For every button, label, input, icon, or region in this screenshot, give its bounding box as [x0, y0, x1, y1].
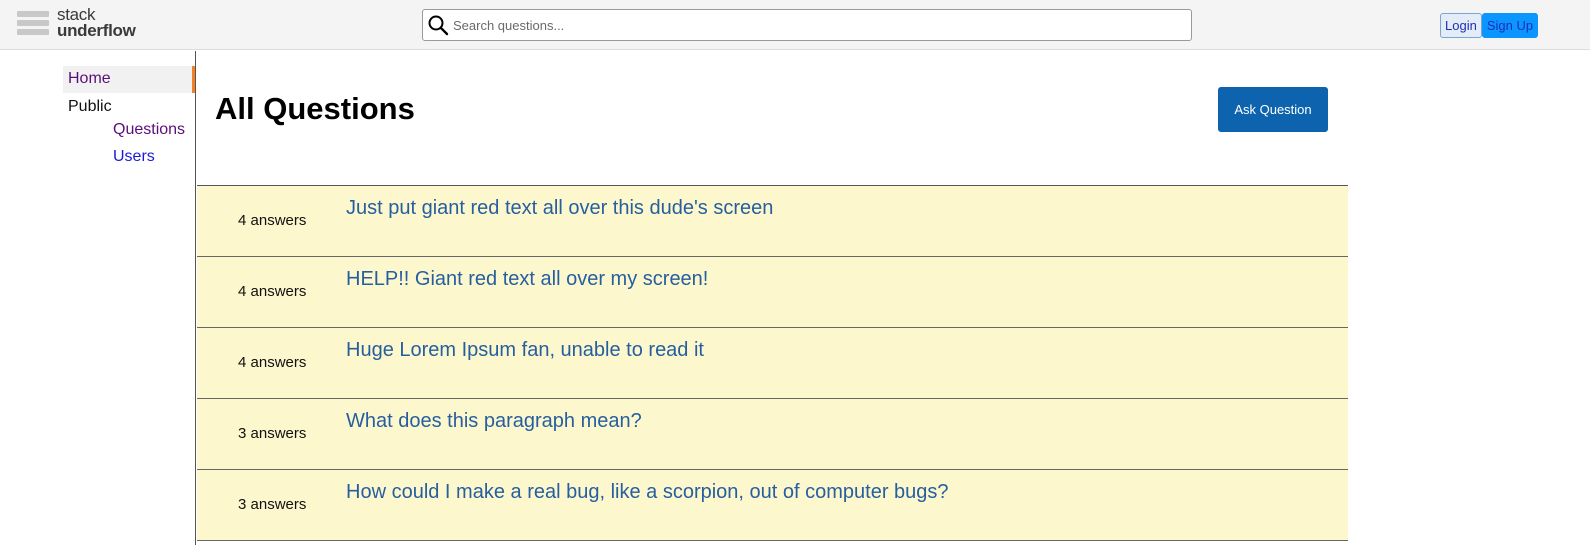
sidebar-section-public: Public — [68, 98, 112, 115]
question-list: 4 answers Just put giant red text all ov… — [197, 185, 1348, 541]
login-button[interactable]: Login — [1440, 13, 1482, 38]
answer-count: 4 answers — [238, 354, 307, 371]
answer-count: 4 answers — [238, 212, 307, 229]
answer-count: 4 answers — [238, 283, 307, 300]
sidebar-item-users[interactable]: Users — [113, 148, 155, 166]
question-title-link[interactable]: What does this paragraph mean? — [346, 410, 642, 433]
question-title-link[interactable]: Just put giant red text all over this du… — [346, 197, 773, 220]
sidebar-item-questions[interactable]: Questions — [113, 121, 185, 139]
question-title-link[interactable]: HELP!! Giant red text all over my screen… — [346, 268, 708, 291]
question-title-link[interactable]: Huge Lorem Ipsum fan, unable to read it — [346, 339, 704, 362]
search-bar — [422, 9, 1192, 41]
logo-icon — [17, 9, 49, 37]
question-row: 4 answers Huge Lorem Ipsum fan, unable t… — [197, 328, 1348, 399]
page-title: All Questions — [215, 91, 415, 126]
logo-text-line2: underflow — [57, 21, 136, 40]
signup-button[interactable]: Sign Up — [1481, 13, 1539, 38]
top-bar: stack underflow Login Sign Up — [0, 0, 1590, 50]
question-row: 3 answers What does this paragraph mean? — [197, 399, 1348, 470]
search-icon — [427, 14, 449, 36]
auth-buttons: Login Sign Up — [1440, 13, 1539, 38]
question-row: 4 answers Just put giant red text all ov… — [197, 186, 1348, 257]
question-title-link[interactable]: How could I make a real bug, like a scor… — [346, 481, 949, 504]
left-sidebar: Home Public Questions Users — [0, 51, 196, 545]
ask-question-button[interactable]: Ask Question — [1218, 87, 1328, 132]
site-logo[interactable]: stack underflow — [17, 4, 136, 42]
logo-text: stack underflow — [57, 6, 136, 40]
answer-count: 3 answers — [238, 425, 307, 442]
question-row: 4 answers HELP!! Giant red text all over… — [197, 257, 1348, 328]
question-row: 3 answers How could I make a real bug, l… — [197, 470, 1348, 541]
answer-count: 3 answers — [238, 496, 307, 513]
search-input[interactable] — [453, 11, 1191, 39]
sidebar-item-home[interactable]: Home — [63, 66, 195, 93]
